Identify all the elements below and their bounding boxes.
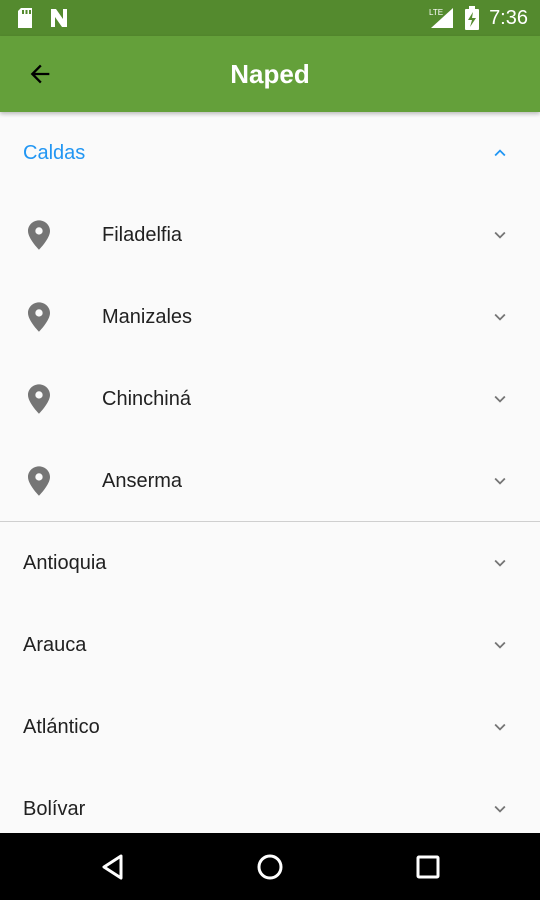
list-item-label: Manizales xyxy=(102,305,193,328)
department-list: Caldas Filadelfia Manizales Chinchiná An… xyxy=(0,112,540,850)
chevron-down-icon xyxy=(494,559,506,567)
location-pin-icon xyxy=(28,466,50,496)
back-triangle-icon[interactable] xyxy=(99,853,127,881)
page-title: Naped xyxy=(230,59,310,89)
section-header-caldas[interactable]: Caldas xyxy=(0,112,540,194)
section-label: Arauca xyxy=(23,633,87,656)
location-pin-icon xyxy=(28,384,50,414)
section-label: Caldas xyxy=(23,141,86,164)
home-circle-icon[interactable] xyxy=(256,853,284,881)
chevron-down-icon xyxy=(494,805,506,813)
chevron-down-icon xyxy=(494,231,506,239)
status-bar: LTE 7:36 xyxy=(0,0,540,36)
list-item-label: Filadelfia xyxy=(102,223,183,246)
location-pin-icon xyxy=(28,220,50,250)
section-header-antioquia[interactable]: Antioquia xyxy=(0,522,540,604)
sd-card-icon xyxy=(18,8,32,28)
list-item-filadelfia[interactable]: Filadelfia xyxy=(0,194,540,276)
lte-signal-icon: LTE xyxy=(429,8,454,28)
status-left-icons xyxy=(16,7,70,29)
section-label: Atlántico xyxy=(23,715,100,738)
list-item-chinchina[interactable]: Chinchiná xyxy=(0,358,540,440)
clock: 7:36 xyxy=(489,7,528,29)
section-label: Bolívar xyxy=(23,797,86,820)
list-item-manizales[interactable]: Manizales xyxy=(0,276,540,358)
section-header-atlantico[interactable]: Atlántico xyxy=(0,686,540,768)
chevron-down-icon xyxy=(494,641,506,649)
list-item-label: Anserma xyxy=(102,469,183,492)
section-label: Antioquia xyxy=(23,551,107,574)
battery-charging-icon xyxy=(465,6,480,30)
chevron-down-icon xyxy=(494,723,506,731)
chevron-down-icon xyxy=(494,477,506,485)
chevron-down-icon xyxy=(494,395,506,403)
chevron-up-icon xyxy=(494,149,506,157)
svg-text:LTE: LTE xyxy=(429,8,443,17)
list-item-label: Chinchiná xyxy=(102,387,191,410)
recents-square-icon[interactable] xyxy=(414,853,442,881)
list-item-anserma[interactable]: Anserma xyxy=(0,440,540,522)
chevron-down-icon xyxy=(494,313,506,321)
system-nav-bar xyxy=(0,833,540,900)
app-bar: Naped xyxy=(0,36,540,112)
status-right-icons: LTE 7:36 xyxy=(429,6,528,30)
n-notification-icon xyxy=(51,9,67,27)
location-pin-icon xyxy=(28,302,50,332)
section-header-arauca[interactable]: Arauca xyxy=(0,604,540,686)
